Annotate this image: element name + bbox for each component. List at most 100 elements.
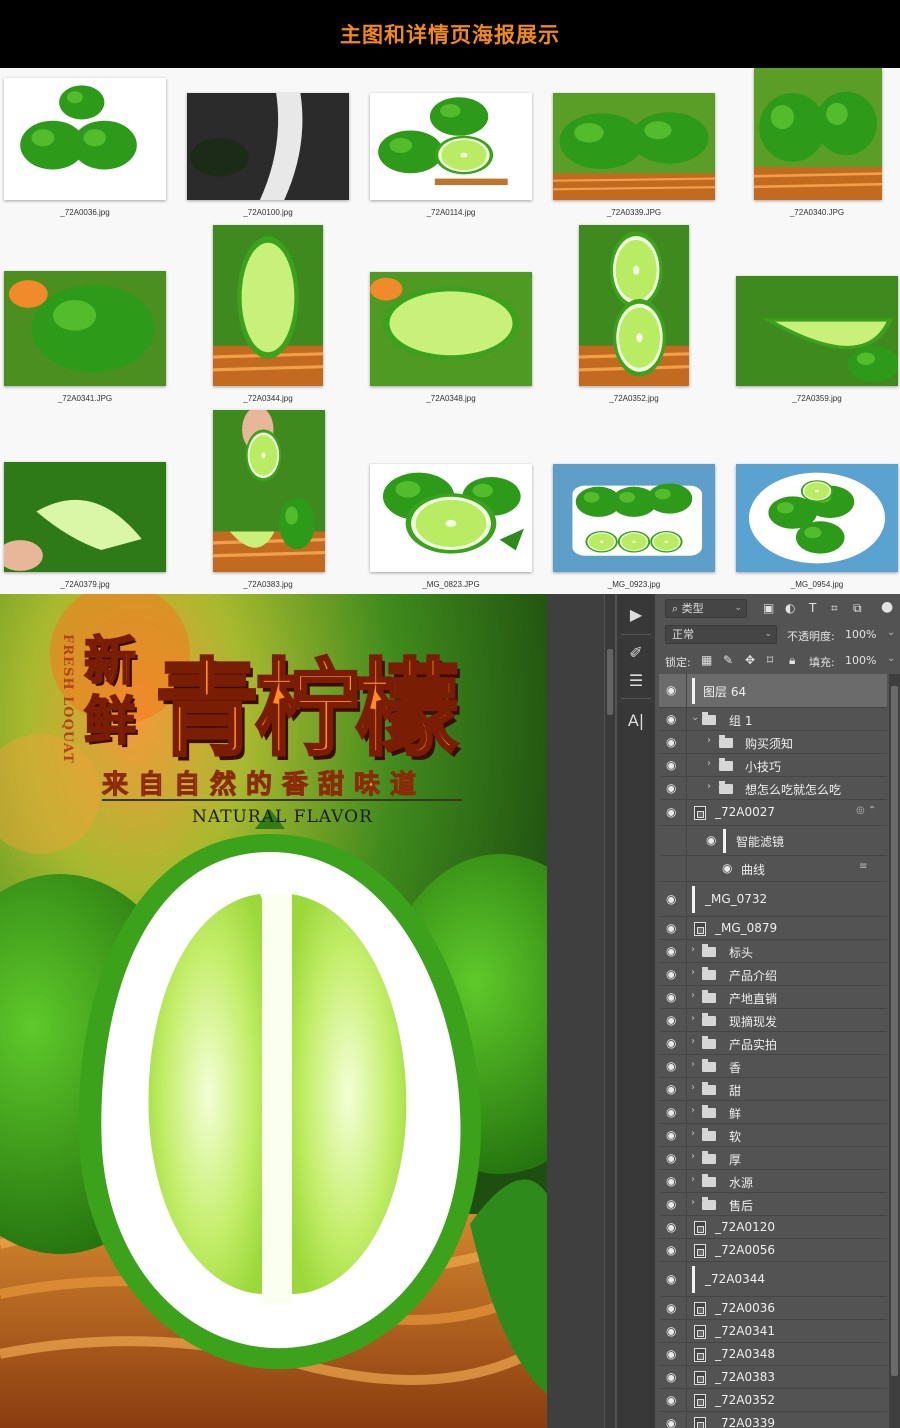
layers-scrollbar[interactable] xyxy=(889,674,900,1428)
chevron-right-icon[interactable]: › xyxy=(707,781,711,792)
visibility-eye-icon[interactable]: ◉ xyxy=(666,736,680,748)
visibility-eye-icon[interactable]: ◉ xyxy=(666,991,680,1003)
thumbnail-image[interactable] xyxy=(4,462,166,572)
thumbnail-image[interactable] xyxy=(736,276,898,386)
lock-artboard-icon[interactable]: ⌑ xyxy=(767,653,773,667)
visibility-eye-icon[interactable]: ◉ xyxy=(666,945,680,957)
filter-kind-dropdown[interactable]: ⌕ 类型 ⌄ xyxy=(665,599,747,618)
chevron-right-icon[interactable]: › xyxy=(691,1059,695,1070)
layer-row[interactable]: ◉ _72A0120 xyxy=(659,1216,887,1239)
filter-options-icon[interactable]: ≡ xyxy=(859,861,867,872)
visibility-eye-icon[interactable]: ◉ xyxy=(666,1325,680,1337)
thumbnail-image[interactable] xyxy=(553,93,715,200)
visibility-eye-icon[interactable]: ◉ xyxy=(666,1152,680,1164)
visibility-eye-icon[interactable]: ◉ xyxy=(666,806,680,818)
visibility-eye-icon[interactable]: ◉ xyxy=(666,1198,680,1210)
chevron-right-icon[interactable]: › xyxy=(691,1105,695,1116)
smart-filter-indicator-icon[interactable]: ◎ ⌃ xyxy=(856,805,876,816)
adjustment-filter-icon[interactable]: ◐ xyxy=(785,601,795,615)
thumbnail-image[interactable] xyxy=(736,464,898,572)
visibility-eye-icon[interactable]: ◉ xyxy=(666,713,680,725)
smart-object-filter-icon[interactable]: ⧉ xyxy=(853,601,862,616)
visibility-eye-icon[interactable]: ◉ xyxy=(666,1417,680,1428)
layer-row[interactable]: ◉ 图层 64 xyxy=(659,674,887,708)
lock-transparent-icon[interactable]: ▦ xyxy=(701,653,712,667)
scroll-thumb[interactable] xyxy=(891,686,898,1376)
visibility-eye-icon[interactable]: ◉ xyxy=(666,1244,680,1256)
layer-row[interactable]: ◉ › 产品实拍 xyxy=(659,1032,887,1055)
layer-row[interactable]: ◉ _72A0352 xyxy=(659,1389,887,1412)
visibility-eye-icon[interactable]: ◉ xyxy=(666,1371,680,1383)
visibility-eye-icon[interactable]: ◉ xyxy=(706,834,720,846)
lock-position-icon[interactable]: ✥ xyxy=(745,653,755,667)
chevron-right-icon[interactable]: › xyxy=(691,990,695,1001)
thumbnail-image[interactable] xyxy=(4,78,166,200)
chevron-right-icon[interactable]: › xyxy=(707,735,711,746)
layer-row[interactable]: ◉ › 软 xyxy=(659,1124,887,1147)
scroll-thumb[interactable] xyxy=(607,649,613,715)
thumbnail-image[interactable] xyxy=(579,225,689,386)
layer-row[interactable]: ◉ _72A0383 xyxy=(659,1366,887,1389)
layer-row[interactable]: ◉ › 想怎么吃就怎么吃 xyxy=(659,777,887,800)
layer-row[interactable]: ◉ › 购买须知 xyxy=(659,731,887,754)
chevron-right-icon[interactable]: › xyxy=(707,758,711,769)
thumbnail-image[interactable] xyxy=(4,271,166,386)
visibility-eye-icon[interactable]: ◉ xyxy=(666,782,680,794)
chevron-right-icon[interactable]: › xyxy=(691,1151,695,1162)
layer-row[interactable]: ◉ › 售后 xyxy=(659,1193,887,1216)
visibility-eye-icon[interactable]: ◉ xyxy=(666,1302,680,1314)
sliders-icon[interactable]: ☰ xyxy=(623,668,649,694)
filter-toggle-icon[interactable]: ● xyxy=(881,599,893,615)
shape-filter-icon[interactable]: ⌗ xyxy=(831,601,838,616)
visibility-eye-icon[interactable]: ◉ xyxy=(666,1037,680,1049)
layer-row[interactable]: ◉ › 现摘现发 xyxy=(659,1009,887,1032)
layer-row[interactable]: ◉ › 香 xyxy=(659,1055,887,1078)
visibility-eye-icon[interactable]: ◉ xyxy=(666,1083,680,1095)
thumbnail-image[interactable] xyxy=(370,464,532,572)
visibility-eye-icon[interactable]: ◉ xyxy=(722,862,736,874)
layer-row[interactable]: ◉ _MG_0879 xyxy=(659,917,887,940)
visibility-eye-icon[interactable]: ◉ xyxy=(666,1273,680,1285)
play-icon[interactable]: ▶ xyxy=(623,602,649,628)
visibility-eye-icon[interactable]: ◉ xyxy=(666,968,680,980)
chevron-right-icon[interactable]: › xyxy=(691,1082,695,1093)
layer-row[interactable]: ◉ ≡ 曲线 xyxy=(659,856,887,882)
type-tool-icon[interactable]: A| xyxy=(623,708,649,734)
layer-row[interactable]: ◉ ⌄ 组 1 xyxy=(659,708,887,731)
layer-row[interactable]: ◉ › 产品介绍 xyxy=(659,963,887,986)
chevron-right-icon[interactable]: › xyxy=(691,1174,695,1185)
visibility-eye-icon[interactable]: ◉ xyxy=(666,1060,680,1072)
layer-row[interactable]: ◉ _72A0056 xyxy=(659,1239,887,1262)
visibility-eye-icon[interactable]: ◉ xyxy=(666,1175,680,1187)
chevron-down-icon[interactable]: ⌄ xyxy=(691,712,699,723)
thumbnail-image[interactable] xyxy=(213,410,325,572)
layer-row[interactable]: ◉ › 厚 xyxy=(659,1147,887,1170)
layer-row[interactable]: ◉ _72A0341 xyxy=(659,1320,887,1343)
layer-row[interactable]: ◉ _72A0339 xyxy=(659,1412,887,1428)
visibility-eye-icon[interactable]: ◉ xyxy=(666,922,680,934)
thumbnail-image[interactable] xyxy=(213,225,323,386)
thumbnail-image[interactable] xyxy=(553,464,715,572)
fill-value[interactable]: 100% xyxy=(845,654,876,667)
visibility-eye-icon[interactable]: ◉ xyxy=(666,1221,680,1233)
chevron-right-icon[interactable]: › xyxy=(691,1036,695,1047)
visibility-eye-icon[interactable]: ◉ xyxy=(666,684,680,696)
layer-row[interactable]: ◉ _72A0348 xyxy=(659,1343,887,1366)
visibility-eye-icon[interactable]: ◉ xyxy=(666,1106,680,1118)
layer-row[interactable]: ◉ _72A0036 xyxy=(659,1297,887,1320)
pixel-filter-icon[interactable]: ▣ xyxy=(763,601,774,615)
layer-row[interactable]: ◉ › 水源 xyxy=(659,1170,887,1193)
chevron-right-icon[interactable]: › xyxy=(691,967,695,978)
chevron-right-icon[interactable]: › xyxy=(691,1128,695,1139)
chevron-right-icon[interactable]: › xyxy=(691,1197,695,1208)
thumbnail-image[interactable] xyxy=(370,93,532,200)
chevron-down-icon[interactable]: ⌄ xyxy=(887,627,895,638)
thumbnail-image[interactable] xyxy=(370,272,532,386)
type-filter-icon[interactable]: T xyxy=(809,601,816,615)
visibility-eye-icon[interactable]: ◉ xyxy=(666,1348,680,1360)
lock-pixels-icon[interactable]: ✎ xyxy=(723,653,733,667)
layer-row[interactable]: ◉ › 甜 xyxy=(659,1078,887,1101)
visibility-eye-icon[interactable]: ◉ xyxy=(666,759,680,771)
blend-mode-dropdown[interactable]: 正常 ⌄ xyxy=(665,625,777,644)
layer-row[interactable]: ◉ › 鲜 xyxy=(659,1101,887,1124)
